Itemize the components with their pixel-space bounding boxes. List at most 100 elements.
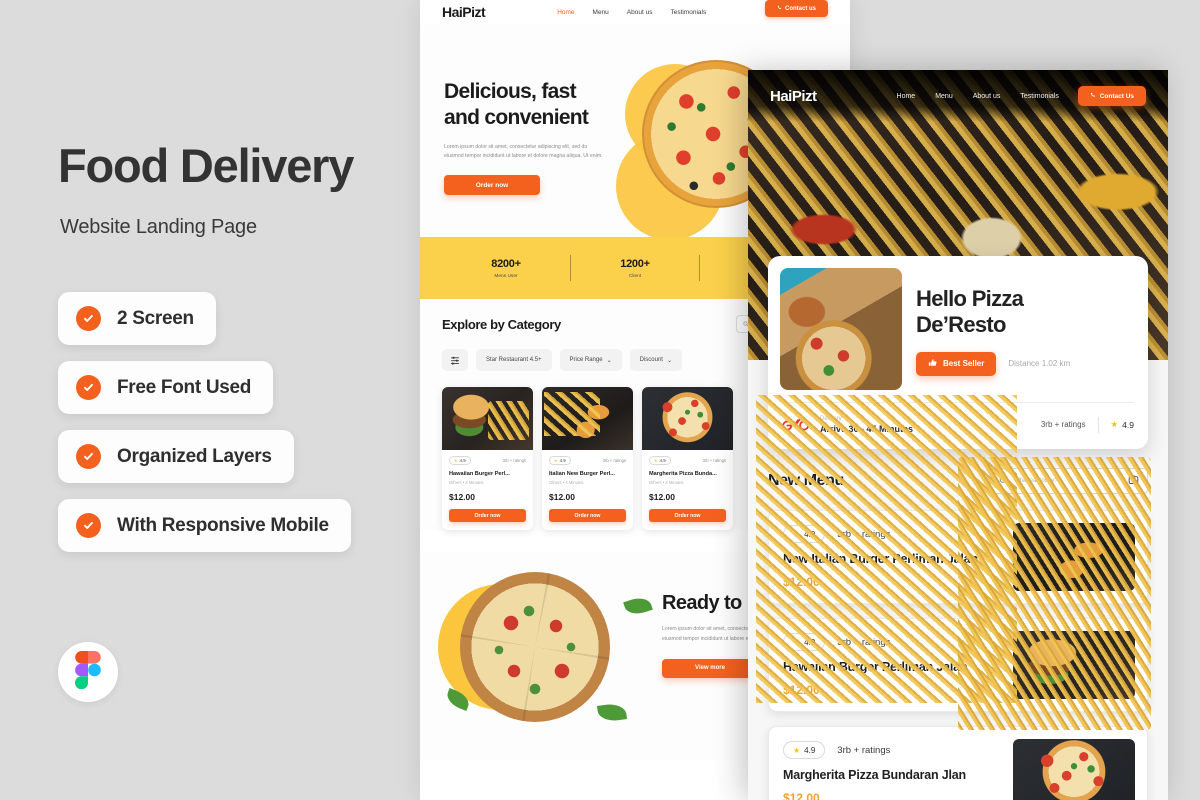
hero-paragraph: Lorem ipsum dolor sit amet, consectetur …	[444, 143, 603, 160]
food-card-image	[442, 387, 533, 450]
rating-value: 4.9	[659, 458, 666, 463]
divider	[570, 255, 571, 281]
chip-label: Star Restaurant 4.5+	[486, 357, 542, 363]
menu-item-name: Margherita Pizza Bundaran Jlan	[783, 768, 966, 782]
star-icon: ★	[454, 458, 458, 463]
menu-item-image	[1013, 739, 1135, 800]
rating-value: 4.9	[459, 458, 466, 463]
figma-logo-badge	[58, 642, 118, 702]
food-card[interactable]: ★ 4.9 3rb + ratings Margherita Pizza Bun…	[642, 387, 733, 530]
stat-value: 1200+	[620, 257, 650, 270]
ratings-count: 3rb + ratings	[837, 744, 891, 756]
filter-chip-price-range[interactable]: Price Range ⌄	[559, 349, 622, 371]
nav-item-home[interactable]: Home	[557, 9, 574, 16]
ratings-count: 3rb + ratings	[502, 458, 526, 463]
food-card-image	[542, 387, 633, 450]
hero-text-block: Delicious, fast and convenient Lorem ips…	[444, 79, 634, 196]
feature-label: Organized Layers	[117, 445, 272, 467]
presentation-stage: Food Delivery Website Landing Page 2 Scr…	[0, 0, 1200, 800]
food-card-sub: Others • 4 Minutes	[449, 480, 484, 485]
stat-value: 8200+	[491, 257, 521, 270]
order-now-button[interactable]: Order now	[449, 509, 526, 522]
nav-item-testimonials[interactable]: Testimonials	[1020, 93, 1059, 100]
feature-label: Free Font Used	[117, 376, 252, 398]
chevron-down-icon: ⌄	[606, 357, 612, 364]
chevron-down-icon: ⌄	[666, 357, 672, 364]
food-card-price: $12.00	[649, 492, 675, 502]
nav-item-about-us[interactable]: About us	[627, 9, 653, 16]
nav-item-home[interactable]: Home	[897, 93, 916, 100]
list-item: Organized Layers	[58, 430, 294, 483]
check-circle-icon	[76, 444, 101, 469]
feature-label: With Responsive Mobile	[117, 514, 329, 536]
figma-logo-icon	[75, 650, 101, 694]
contact-us-button[interactable]: Contact us	[764, 0, 828, 17]
check-circle-icon	[76, 306, 101, 331]
feature-label: 2 Screen	[117, 307, 194, 329]
nav-item-menu[interactable]: Menu	[593, 9, 609, 16]
rating-badge: ★ 4.9	[549, 456, 571, 465]
divider	[699, 255, 700, 281]
page-title: Food Delivery	[58, 139, 354, 192]
check-circle-icon	[76, 375, 101, 400]
mobile-nav: Home Menu About us Testimonials	[897, 93, 1059, 100]
mobile-body: New Menu What eat today?	[748, 360, 1168, 800]
left-info-panel: Food Delivery Website Landing Page 2 Scr…	[0, 0, 420, 800]
food-card-name: Hawaiian Burger Perl...	[449, 471, 510, 477]
rating-badge: ★ 4.9	[783, 741, 826, 759]
category-title: Explore by Category	[442, 316, 561, 332]
ready-pizza-image	[460, 572, 610, 722]
chip-label: Discount	[639, 357, 663, 363]
menu-item-image	[1013, 631, 1135, 699]
feature-list: 2 Screen Free Font Used Organized Layers…	[58, 292, 398, 568]
ratings-count: 3rb + ratings	[602, 458, 626, 463]
mobile-mockup: HaiPizt Home Menu About us Testimonials …	[748, 70, 1168, 800]
stat-item: 8200+ Mens User	[442, 258, 570, 279]
restaurant-name-line2: De’Resto	[916, 311, 1006, 337]
order-now-button[interactable]: Order now	[549, 509, 626, 522]
filter-chip-star-restaurant[interactable]: Star Restaurant 4.5+	[476, 349, 552, 371]
food-card-price: $12.00	[449, 492, 475, 502]
stat-label: Client	[628, 273, 642, 279]
phone-icon	[777, 5, 782, 12]
food-card[interactable]: ★ 4.9 3rb + ratings Italian New Burger P…	[542, 387, 633, 530]
food-card-price: $12.00	[549, 492, 575, 502]
food-card-image	[642, 387, 733, 450]
desktop-nav: Home Menu About us Testimonials	[557, 9, 706, 16]
stat-item: 1200+ Client	[571, 258, 699, 279]
menu-list: ★ 4.9 3rb + ratings New Italian Burger P…	[768, 510, 1148, 800]
filter-chip-discount[interactable]: Discount ⌄	[629, 349, 682, 371]
list-item[interactable]: ★ 4.9 3rb + ratings Margherita Pizza Bun…	[768, 726, 1148, 800]
check-circle-icon	[76, 513, 101, 538]
contact-us-label: Contact us	[784, 5, 816, 12]
order-now-button[interactable]: Order now	[444, 175, 540, 196]
star-icon: ★	[793, 745, 801, 755]
phone-icon	[1090, 92, 1096, 100]
list-item: With Responsive Mobile	[58, 499, 351, 552]
rating-badge: ★ 4.9	[649, 456, 671, 465]
star-icon: ★	[654, 458, 658, 463]
food-card-name: Margherita Pizza Bunda...	[649, 471, 717, 477]
list-item: Free Font Used	[58, 361, 274, 414]
food-card-sub: Others • 4 Minutes	[549, 480, 584, 485]
contact-us-button[interactable]: Contact Us	[1077, 86, 1146, 106]
view-more-button[interactable]: View more	[662, 658, 758, 678]
star-icon: ★	[554, 458, 558, 463]
hero-heading-line2: and convenient	[444, 106, 589, 130]
nav-item-about-us[interactable]: About us	[973, 93, 1001, 100]
nav-item-testimonials[interactable]: Testimonials	[670, 9, 706, 16]
rating-badge: ★ 4.9	[449, 456, 471, 465]
desktop-header: HaiPizt Home Menu About us Testimonials …	[420, 0, 850, 24]
food-card-sub: Others • 4 Minutes	[649, 480, 684, 485]
ratings-count: 3rb + ratings	[702, 458, 726, 463]
order-now-button[interactable]: Order now	[649, 509, 726, 522]
mobile-logo: HaiPizt	[770, 87, 817, 105]
menu-item-price: $12.00	[783, 791, 820, 800]
mobile-header: HaiPizt Home Menu About us Testimonials …	[748, 70, 1168, 122]
basil-leaf-icon	[623, 594, 653, 618]
nav-item-menu[interactable]: Menu	[935, 93, 953, 100]
food-card[interactable]: ★ 4.9 3rb + ratings Hawaiian Burger Perl…	[442, 387, 533, 530]
food-card-name: Italian New Burger Perl...	[549, 471, 615, 477]
filter-sliders-icon[interactable]	[442, 349, 468, 371]
desktop-logo: HaiPizt	[442, 4, 486, 20]
